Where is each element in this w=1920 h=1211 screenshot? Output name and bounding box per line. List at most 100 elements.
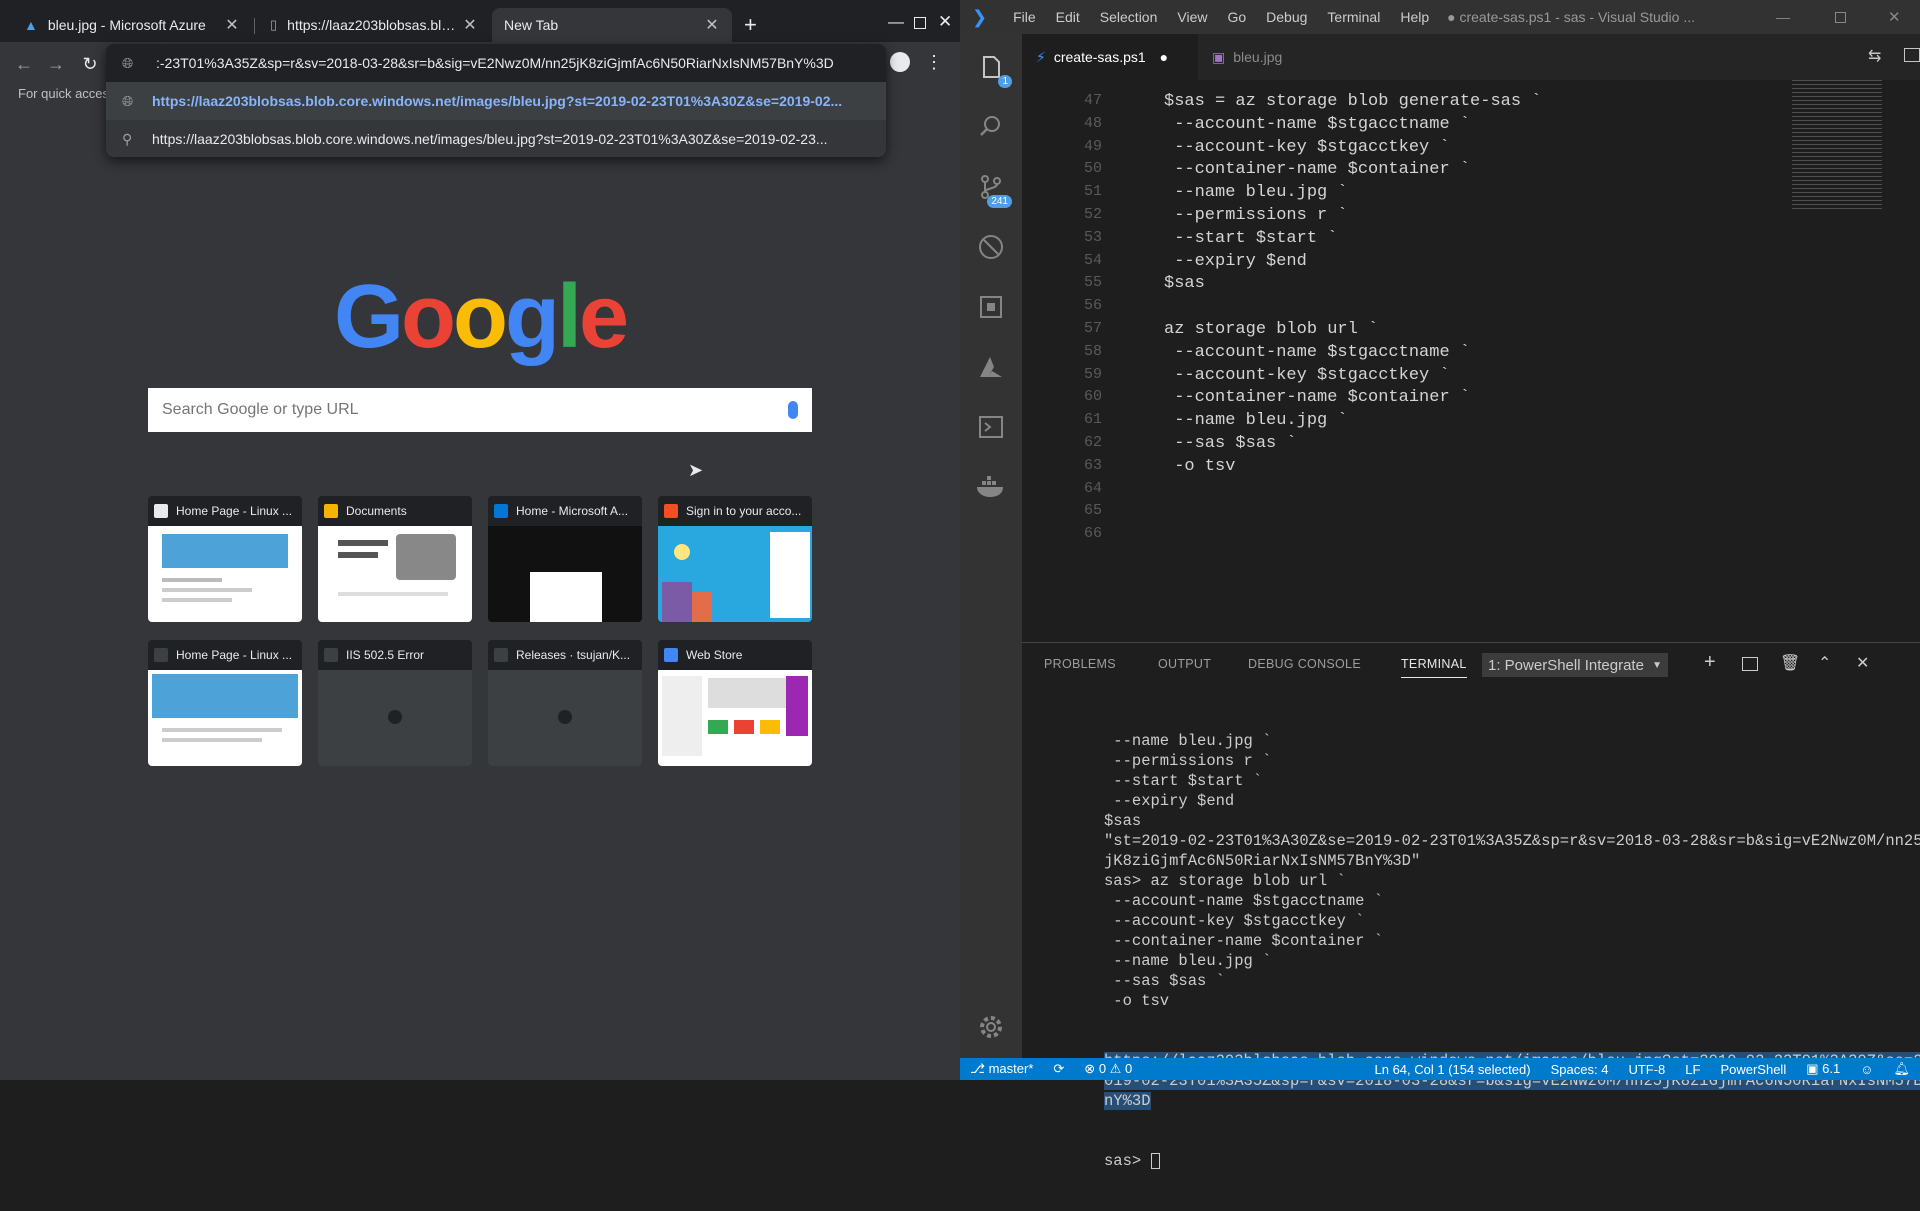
line-number: 56 [1083,297,1102,315]
google-search-box[interactable] [148,388,812,432]
tab-terminal[interactable]: TERMINAL [1401,657,1467,678]
line-ending[interactable]: LF [1675,1062,1710,1077]
close-icon[interactable]: ✕ [224,15,240,35]
minimap[interactable] [1792,80,1882,210]
document-icon: ▯ [270,17,278,32]
line-number: 58 [1083,342,1102,360]
minimize-icon[interactable]: — [888,14,904,32]
debug-icon[interactable] [960,218,1022,276]
most-visited-tile[interactable]: Releases · tsujan/K... [488,640,642,766]
encoding[interactable]: UTF-8 [1618,1062,1675,1077]
line-number: 57 [1083,320,1102,337]
close-window-icon[interactable]: ✕ [1888,8,1901,26]
terminal-line: nY%3D [1104,1091,1884,1111]
most-visited-tile[interactable]: IIS 502.5 Error [318,640,472,766]
tab-azure[interactable]: ▲ bleu.jpg - Microsoft Azure ✕ [12,8,252,42]
most-visited-tile[interactable]: Home - Microsoft A... [488,496,642,622]
logo-letter: o [400,267,456,367]
close-icon[interactable]: ✕ [704,15,720,35]
maximize-icon[interactable] [914,17,926,29]
modified-dot-icon[interactable]: ● [1160,49,1168,65]
line-number: 52 [1083,206,1102,223]
most-visited-tile[interactable]: Home Page - Linux ... [148,640,302,766]
more-vert-icon[interactable]: ⋮ [922,52,946,73]
tab-new-tab[interactable]: New Tab ✕ [492,8,732,42]
menu-selection[interactable]: Selection [1090,9,1168,25]
back-arrow-icon[interactable]: ← [12,54,36,75]
microphone-icon[interactable] [788,401,798,419]
menu-edit[interactable]: Edit [1046,9,1090,25]
menu-terminal[interactable]: Terminal [1317,9,1390,25]
language-mode[interactable]: PowerShell [1710,1062,1796,1077]
maximize-icon[interactable] [1835,12,1846,23]
most-visited-tile[interactable]: Web Store [658,640,812,766]
selected-url-line: nY%3D [1104,1092,1151,1110]
tab-debug-console[interactable]: DEBUG CONSOLE [1248,657,1361,671]
tile-title: Home Page - Linux ... [176,648,293,662]
split-editor-icon[interactable] [1904,48,1920,62]
explorer-icon[interactable]: 1 [960,38,1022,96]
new-terminal-icon[interactable]: + [1704,651,1716,674]
trash-icon[interactable]: 🗑︎ [1780,653,1800,673]
menu-help[interactable]: Help [1390,9,1439,25]
indentation[interactable]: Spaces: 4 [1541,1062,1619,1077]
suggestion-item[interactable]: 🌐︎ https://laaz203blobsas.blob.core.wind… [106,82,886,120]
address-input[interactable] [152,47,872,79]
vscode-logo-icon: ❯ [972,6,988,27]
menu-go[interactable]: Go [1217,9,1256,25]
cursor-position[interactable]: Ln 64, Col 1 (154 selected) [1365,1062,1541,1077]
profile-avatar-icon[interactable] [890,52,910,72]
open-changes-icon[interactable]: ⇆ [1868,46,1881,66]
extensions-icon[interactable] [960,278,1022,336]
menu-debug[interactable]: Debug [1256,9,1317,25]
suggestion-item[interactable]: ⚲ https://laaz203blobsas.blob.core.windo… [106,120,886,158]
docker-icon[interactable] [960,458,1022,516]
tab-divider [254,18,255,34]
code-editor[interactable]: 47 $sas = az storage blob generate-sas ` 4… [1022,80,1920,642]
close-window-icon[interactable]: ✕ [938,12,952,32]
line-number: 48 [1083,114,1102,132]
close-panel-icon[interactable]: ✕ [1856,653,1869,673]
menu-file[interactable]: File [1003,9,1046,25]
reload-icon[interactable]: ↻ [78,54,102,75]
globe-icon: 🌐︎ [122,92,134,109]
branch-indicator[interactable]: ⎇ master* [960,1061,1043,1077]
powershell-version[interactable]: ▣ 6.1 [1796,1061,1850,1077]
terminal-line: jK8ziGjmfAc6N50RiarNxIsNM57BnY%3D" [1104,852,1421,870]
tab-problems[interactable]: PROBLEMS [1044,657,1116,671]
docs-icon [324,504,338,518]
menu-view[interactable]: View [1167,9,1217,25]
close-icon[interactable]: ✕ [462,15,478,35]
search-icon[interactable] [960,98,1022,156]
gear-icon[interactable] [960,998,1022,1056]
source-control-icon[interactable]: 241 [960,158,1022,216]
terminal-select[interactable]: 1: PowerShell Integrate ▼ [1482,653,1668,677]
omnibox[interactable]: 🌐︎ [106,44,886,82]
tab-create-sas[interactable]: ⚡︎ create-sas.ps1 ● [1022,34,1198,80]
most-visited-tile[interactable]: Home Page - Linux ... [148,496,302,622]
smiley-icon[interactable]: ☺ [1850,1062,1883,1077]
image-file-icon: ▣ [1212,48,1226,65]
new-tab-button[interactable]: + [744,12,757,38]
terminal-output[interactable]: --name bleu.jpg ` --permissions r ` --st… [1104,691,1920,1211]
tab-output[interactable]: OUTPUT [1158,657,1211,671]
forward-arrow-icon[interactable]: → [44,54,68,75]
most-visited-tile[interactable]: Documents [318,496,472,622]
problems-indicator[interactable]: ⊗ 0 ⚠ 0 [1074,1061,1142,1077]
azure-icon[interactable] [960,338,1022,396]
bell-icon[interactable]: 🔔︎ [1883,1061,1920,1077]
terminal-icon[interactable] [960,398,1022,456]
chevron-up-icon[interactable]: ⌃ [1818,653,1831,673]
tile-thumbnail [318,526,472,622]
terminal-prompt-line[interactable]: sas> [1104,1151,1884,1171]
azure-icon: ▲ [24,17,38,33]
terminal-line: -o tsv [1104,992,1170,1010]
search-input[interactable] [162,401,788,419]
sync-icon[interactable]: ⟳ [1043,1061,1074,1077]
tab-blob-url[interactable]: ▯ https://laaz203blobsas.blob.core.windo… [258,8,490,42]
terminal-line: --container-name $container ` [1104,932,1384,950]
split-terminal-icon[interactable] [1742,657,1758,671]
most-visited-tile[interactable]: Sign in to your acco... [658,496,812,622]
minimize-icon[interactable]: — [1776,9,1790,25]
tab-bleu-jpg[interactable]: ▣ bleu.jpg [1198,34,1328,80]
